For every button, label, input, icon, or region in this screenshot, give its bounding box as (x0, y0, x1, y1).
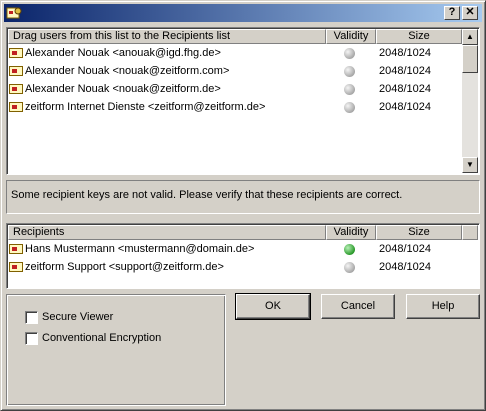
key-size: 2048/1024 (379, 83, 431, 95)
certificate-icon (9, 48, 23, 58)
key-list-scrollbar[interactable]: ▲ ▼ (462, 29, 478, 173)
pgp-key-icon (6, 7, 22, 19)
certificate-icon (9, 244, 23, 254)
pgp-recipients-dialog: ? ✕ Drag users from this list to the Rec… (0, 0, 486, 411)
column-header-validity[interactable]: Validity (326, 225, 376, 240)
column-header-user[interactable]: Drag users from this list to the Recipie… (8, 29, 326, 44)
validity-icon (344, 84, 355, 95)
recipient-user-id: zeitform Support <support@zeitform.de> (25, 261, 224, 273)
scroll-down-icon[interactable]: ▼ (462, 157, 478, 173)
validity-warning: Some recipient keys are not valid. Pleas… (6, 180, 480, 214)
recipient-user-id: Hans Mustermann <mustermann@domain.de> (25, 243, 255, 255)
key-size: 2048/1024 (379, 65, 431, 77)
scroll-thumb[interactable] (462, 45, 478, 73)
warning-text: Some recipient keys are not valid. Pleas… (11, 189, 403, 201)
key-list[interactable]: Drag users from this list to the Recipie… (6, 27, 480, 175)
key-size: 2048/1024 (379, 47, 431, 59)
conventional-encryption-label: Conventional Encryption (42, 332, 162, 344)
certificate-icon (9, 102, 23, 112)
key-size: 2048/1024 (379, 261, 431, 273)
help-title-button[interactable]: ? (444, 6, 460, 20)
validity-icon (344, 262, 355, 273)
list-item[interactable]: Alexander Nouak <nouak@zeitform.com> 204… (9, 62, 461, 80)
column-header-spacer (462, 225, 478, 240)
secure-viewer-label: Secure Viewer (42, 311, 114, 323)
validity-icon (344, 48, 355, 59)
column-header-size[interactable]: Size (376, 29, 462, 44)
list-item[interactable]: Alexander Nouak <anouak@igd.fhg.de> 2048… (9, 44, 461, 62)
certificate-icon (9, 262, 23, 272)
key-size: 2048/1024 (379, 101, 431, 113)
valid-key-icon (344, 244, 355, 255)
column-header-recipients[interactable]: Recipients (8, 225, 326, 240)
list-item[interactable]: zeitform Internet Dienste <zeitform@zeit… (9, 98, 461, 116)
close-button[interactable]: ✕ (462, 6, 478, 20)
column-header-validity[interactable]: Validity (326, 29, 376, 44)
key-user-id: Alexander Nouak <nouak@zeitform.com> (25, 65, 230, 77)
cancel-button[interactable]: Cancel (321, 294, 395, 319)
title-bar[interactable]: ? ✕ (4, 4, 482, 22)
key-user-id: Alexander Nouak <nouak@zeitform.de> (25, 83, 221, 95)
key-user-id: zeitform Internet Dienste <zeitform@zeit… (25, 101, 266, 113)
list-item[interactable]: zeitform Support <support@zeitform.de> 2… (9, 258, 477, 276)
list-item[interactable]: Hans Mustermann <mustermann@domain.de> 2… (9, 240, 477, 258)
key-user-id: Alexander Nouak <anouak@igd.fhg.de> (25, 47, 221, 59)
conventional-encryption-checkbox[interactable] (25, 332, 38, 345)
certificate-icon (9, 66, 23, 76)
certificate-icon (9, 84, 23, 94)
options-group: Secure Viewer Conventional Encryption (6, 294, 226, 406)
secure-viewer-checkbox[interactable] (25, 311, 38, 324)
ok-button[interactable]: OK (235, 293, 311, 320)
recipients-list[interactable]: Recipients Validity Size Hans Mustermann… (6, 223, 480, 289)
validity-icon (344, 102, 355, 113)
column-header-size[interactable]: Size (376, 225, 462, 240)
scroll-up-icon[interactable]: ▲ (462, 29, 478, 45)
list-item[interactable]: Alexander Nouak <nouak@zeitform.de> 2048… (9, 80, 461, 98)
key-size: 2048/1024 (379, 243, 431, 255)
help-button[interactable]: Help (406, 294, 480, 319)
validity-icon (344, 66, 355, 77)
